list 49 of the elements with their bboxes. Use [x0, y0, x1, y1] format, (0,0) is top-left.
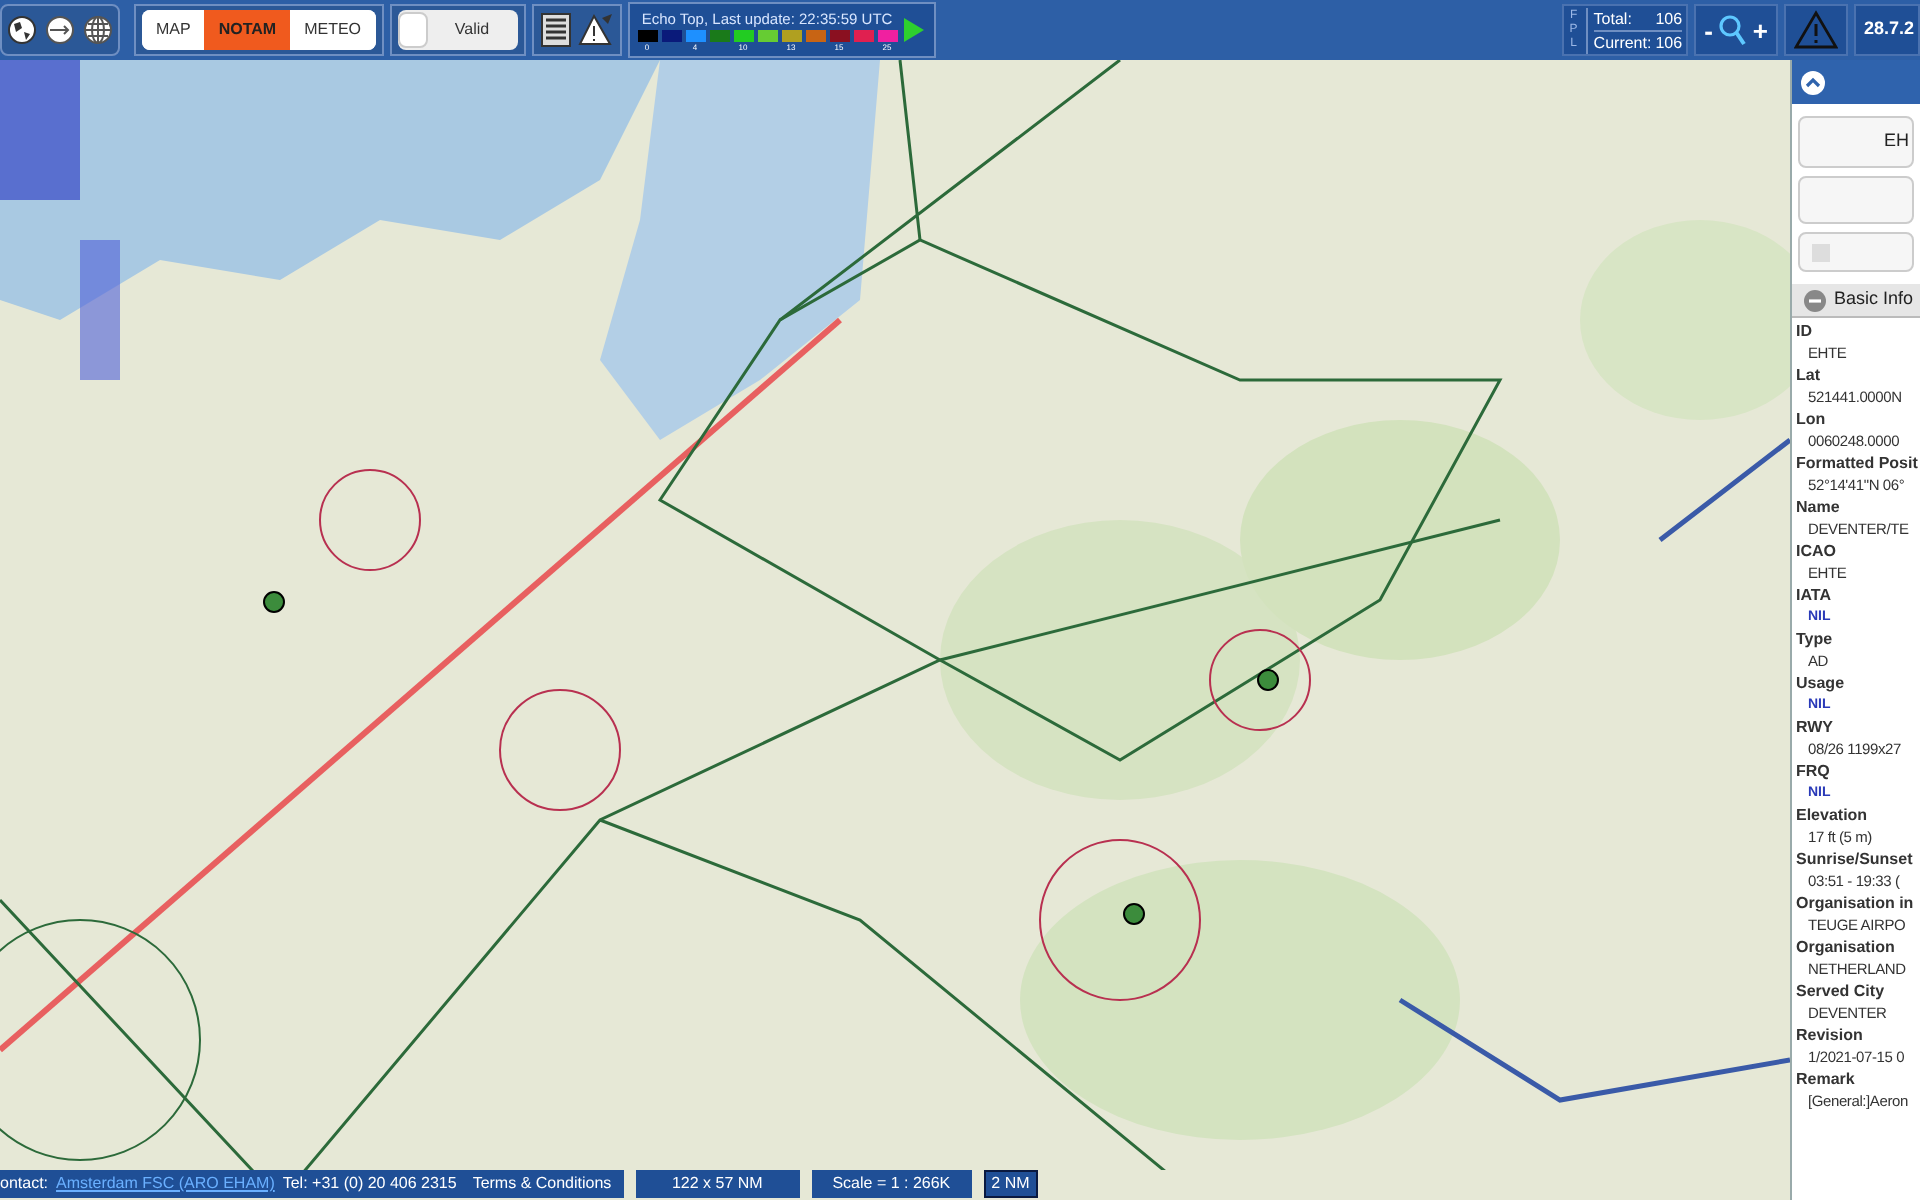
field-label: Remark	[1796, 1068, 1857, 1090]
field-label: Usage	[1796, 672, 1847, 694]
map-drawing[interactable]	[0, 60, 1790, 1170]
field-label: Served City	[1796, 980, 1887, 1002]
collapse-icon[interactable]	[1800, 69, 1826, 95]
scale-bar: 2 NM	[983, 1170, 1038, 1198]
map-scale: Scale = 1 : 266K	[811, 1170, 972, 1198]
warning-icon[interactable]	[1794, 10, 1838, 50]
layer-tab[interactable]: NOTAM	[204, 10, 291, 50]
play-icon[interactable]	[901, 16, 926, 44]
zoom-out-button[interactable]: -	[1704, 17, 1713, 43]
field-label: Formatted Posit	[1796, 452, 1920, 474]
globe-icon[interactable]	[6, 14, 38, 46]
field-label: Sunrise/Sunset	[1796, 848, 1915, 870]
field-label: Lon	[1796, 408, 1828, 430]
current-label: Current:	[1593, 31, 1652, 53]
contact-label: ontact:	[0, 1172, 49, 1196]
field-label: Lat	[1796, 364, 1822, 386]
field-label: Organisation	[1796, 936, 1897, 958]
field-label: IATA	[1796, 584, 1833, 606]
field-label: ICAO	[1796, 540, 1838, 562]
field-label: ID	[1796, 320, 1814, 342]
date-display: 28.7.2	[1854, 4, 1920, 56]
field-label: FRQ	[1796, 760, 1832, 782]
zoom-in-button[interactable]: +	[1752, 17, 1768, 43]
list-icon[interactable]	[539, 12, 572, 48]
checkbox[interactable]	[1812, 243, 1830, 261]
field-label: Type	[1796, 628, 1835, 650]
field-label: RWY	[1796, 716, 1836, 738]
valid-toggle[interactable]: Valid	[397, 10, 518, 50]
current-value: 106	[1655, 31, 1683, 53]
title-field[interactable]: EH	[1798, 116, 1914, 168]
section-title: Basic Info	[1834, 286, 1914, 313]
minus-circle-icon[interactable]	[1804, 289, 1826, 311]
field-label: Revision	[1796, 1024, 1865, 1046]
empty-field[interactable]	[1798, 176, 1914, 224]
terms-link[interactable]: Terms & Conditions	[472, 1172, 612, 1196]
total-label: Total:	[1593, 7, 1632, 29]
field-label: Name	[1796, 496, 1842, 518]
map-extent: 122 x 57 NM	[635, 1170, 800, 1198]
globe-grid-icon[interactable]	[82, 14, 114, 46]
contact-link[interactable]: Amsterdam FSC (ARO EHAM)	[56, 1172, 275, 1196]
arrow-circle-icon[interactable]	[44, 14, 76, 46]
search-icon[interactable]	[1718, 14, 1747, 46]
field-label: Organisation in	[1796, 892, 1916, 914]
warning-plane-icon[interactable]	[577, 12, 614, 48]
total-value: 106	[1655, 7, 1683, 29]
phone-number: Tel: +31 (0) 20 406 2315	[282, 1172, 457, 1196]
field-label: Elevation	[1796, 804, 1870, 826]
